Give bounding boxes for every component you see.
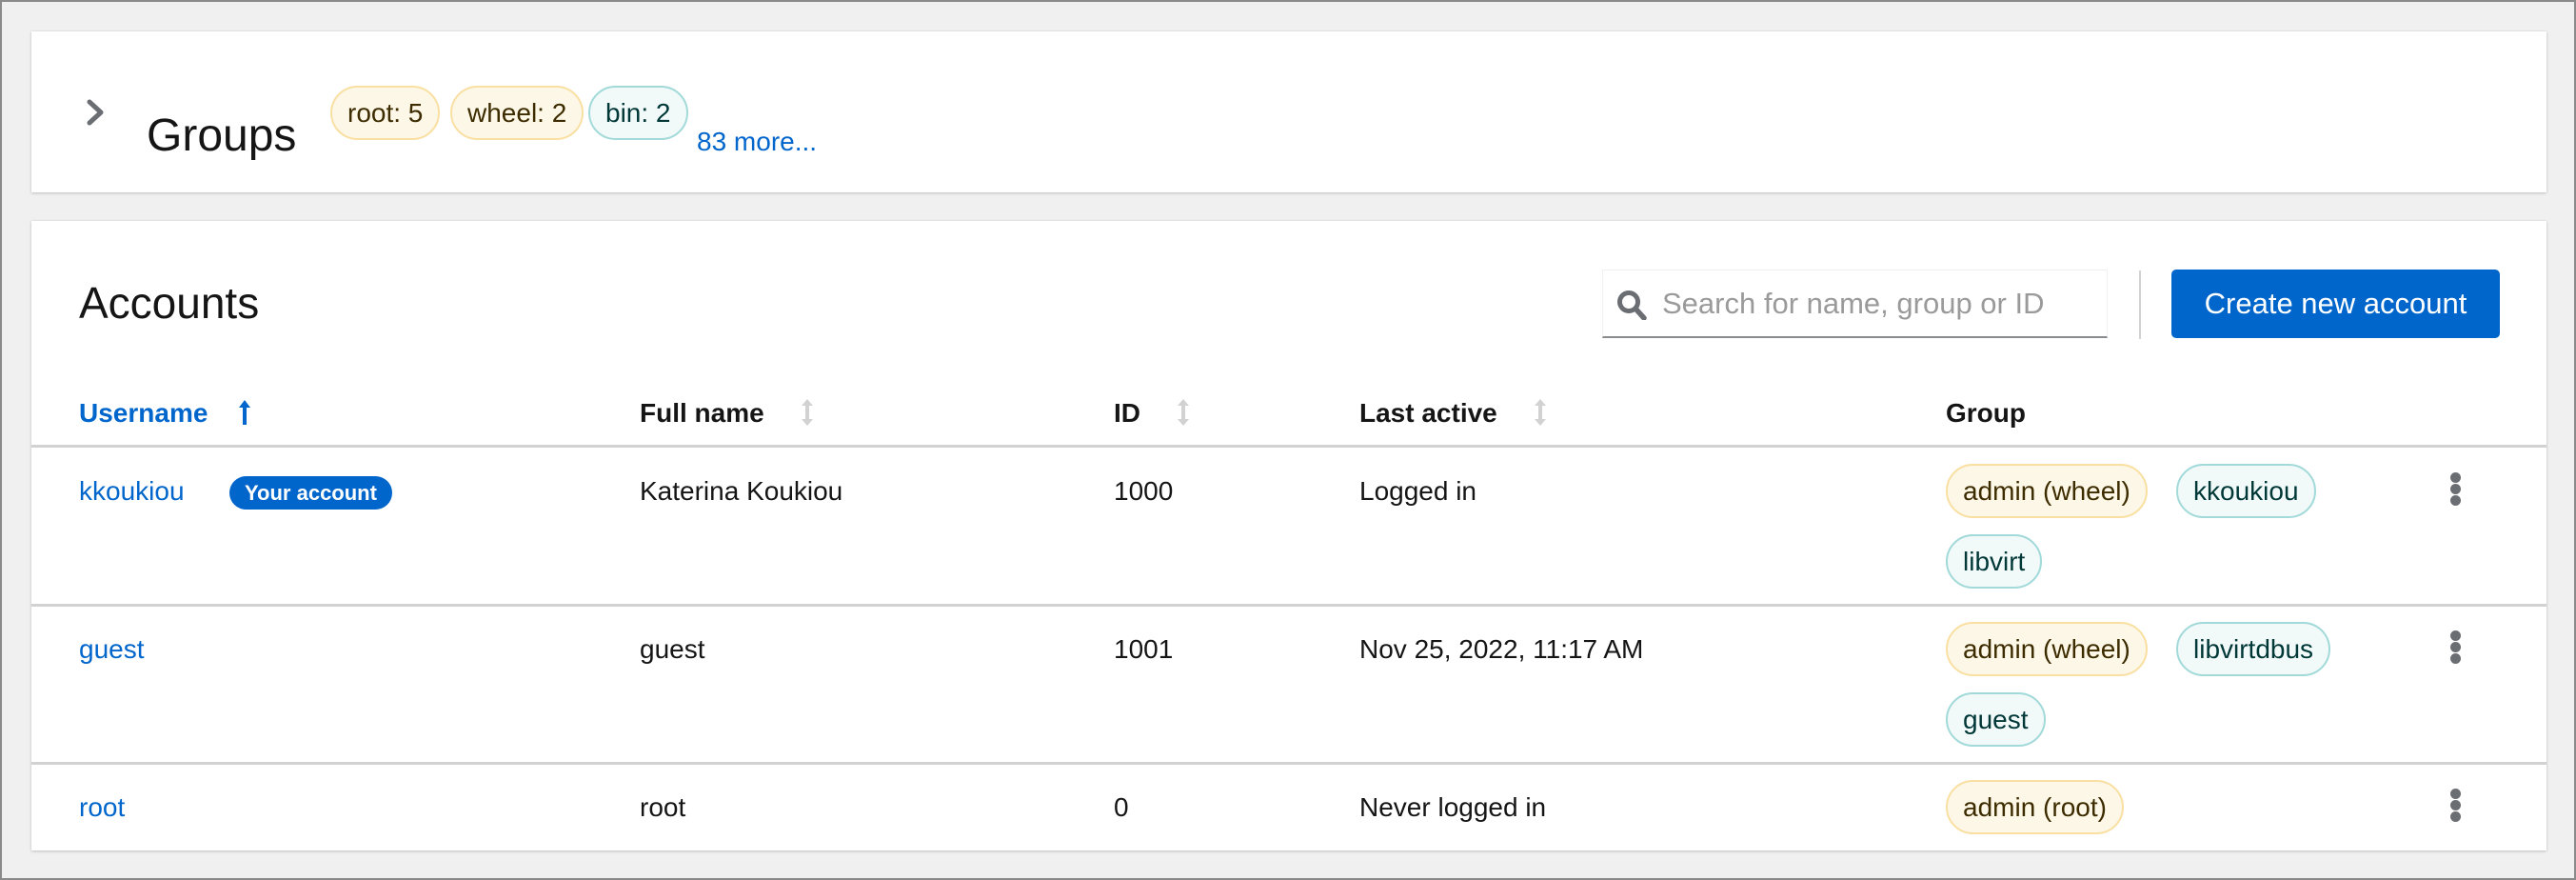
column-header-full-name[interactable]: Full name <box>640 394 764 432</box>
last-active: Nov 25, 2022, 11:17 AM <box>1359 634 1644 664</box>
groups-title: Groups <box>147 110 297 161</box>
search-input[interactable] <box>1662 270 2100 337</box>
group-label: admin (wheel) <box>1946 622 2148 676</box>
header-divider <box>31 445 2546 448</box>
group-label: admin (wheel) <box>1946 464 2148 518</box>
column-header-group: Group <box>1946 398 2026 428</box>
sort-icon[interactable] <box>1534 398 1547 427</box>
group-label-wheel: wheel: 2 <box>450 86 585 140</box>
username-link[interactable]: kkoukiou <box>79 472 185 510</box>
group-label: libvirtdbus <box>2176 622 2331 676</box>
accounts-title: Accounts <box>79 278 260 328</box>
search-field[interactable] <box>1602 270 2108 338</box>
group-label: kkoukiou <box>2176 464 2316 518</box>
full-name: guest <box>640 634 705 664</box>
user-id: 0 <box>1114 792 1129 822</box>
last-active: Logged in <box>1359 476 1477 506</box>
kebab-menu-icon[interactable] <box>2446 789 2465 827</box>
group-label: libvirt <box>1946 534 2043 589</box>
group-label: admin (root) <box>1946 780 2124 834</box>
column-header-last-active[interactable]: Last active <box>1359 394 1497 432</box>
create-new-account-button[interactable]: Create new account <box>2171 270 2500 338</box>
username-link[interactable]: guest <box>79 630 145 669</box>
user-id: 1001 <box>1114 634 1174 664</box>
last-active: Never logged in <box>1359 792 1547 822</box>
accounts-card: Accounts Create new account Username Ful… <box>31 221 2546 850</box>
kebab-menu-icon[interactable] <box>2446 472 2465 510</box>
sort-icon[interactable] <box>801 398 814 427</box>
sort-ascending-icon[interactable] <box>238 398 251 427</box>
row-divider <box>31 762 2546 765</box>
more-groups-link[interactable]: 83 more... <box>697 118 817 166</box>
group-label-root: root: 5 <box>330 86 441 140</box>
search-icon <box>1617 290 1647 320</box>
groups-card: Groups root: 5 wheel: 2 bin: 2 83 more..… <box>31 31 2546 192</box>
group-label: guest <box>1946 692 2046 747</box>
full-name: root <box>640 792 686 822</box>
your-account-badge: Your account <box>229 476 392 510</box>
column-header-username[interactable]: Username <box>79 394 208 432</box>
chevron-right-icon[interactable] <box>85 98 108 127</box>
kebab-menu-icon[interactable] <box>2446 630 2465 669</box>
username-link[interactable]: root <box>79 789 125 827</box>
user-id: 1000 <box>1114 476 1174 506</box>
group-label-bin: bin: 2 <box>588 86 688 140</box>
row-divider <box>31 604 2546 607</box>
full-name: Katerina Koukiou <box>640 476 843 506</box>
sort-icon[interactable] <box>1177 398 1190 427</box>
column-header-id[interactable]: ID <box>1114 394 1140 432</box>
toolbar-divider <box>2139 270 2141 339</box>
